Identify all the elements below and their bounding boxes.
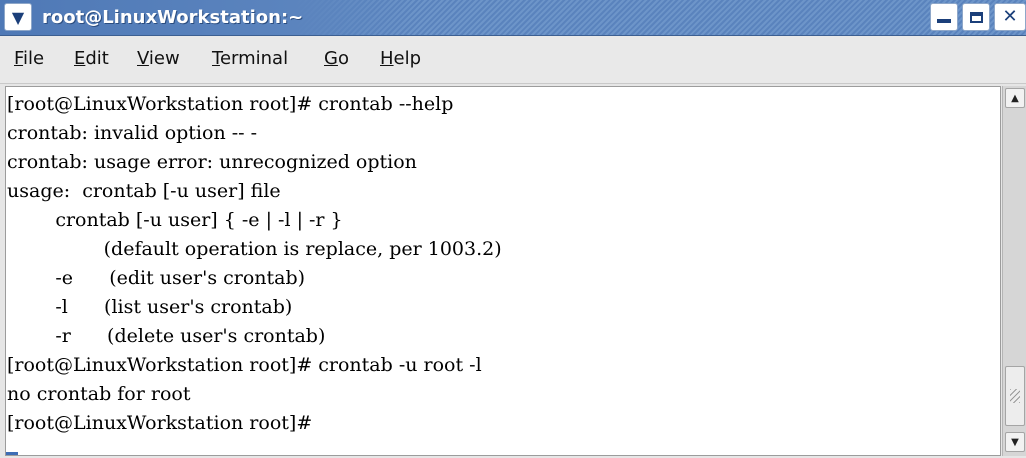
terminal-window: ▼ root@LinuxWorkstation:~ ✕ File Edit Vi… [0, 0, 1026, 458]
menu-view[interactable]: View [137, 48, 180, 69]
menu-edit[interactable]: Edit [74, 48, 109, 69]
menu-terminal-mnemonic: T [212, 48, 220, 69]
vertical-scrollbar[interactable]: ▲ ▼ [1002, 86, 1026, 456]
maximize-icon [969, 11, 983, 23]
menu-file-label: ile [23, 48, 45, 69]
terminal-cursor [6, 452, 18, 455]
menu-file[interactable]: File [14, 48, 44, 69]
terminal-line: no crontab for root [7, 383, 191, 405]
menu-go-label: o [337, 48, 349, 69]
terminal-line: -e (edit user's crontab) [7, 267, 306, 289]
menu-edit-label: dit [85, 48, 109, 69]
menu-file-mnemonic: F [14, 48, 24, 69]
menu-view-label: iew [148, 48, 180, 69]
terminal-line: [root@LinuxWorkstation root]# crontab --… [7, 93, 454, 115]
window-title: root@LinuxWorkstation:~ [42, 7, 304, 28]
menu-help-mnemonic: H [380, 48, 394, 69]
menu-go-mnemonic: G [324, 48, 338, 69]
close-icon: ✕ [1002, 6, 1018, 27]
terminal-line: [root@LinuxWorkstation root]# crontab -u… [7, 354, 482, 376]
maximize-button[interactable] [962, 3, 990, 31]
menu-edit-mnemonic: E [74, 48, 86, 69]
window-menu-button[interactable]: ▼ [4, 3, 32, 31]
chevron-down-icon: ▼ [11, 7, 25, 27]
scrollbar-thumb[interactable] [1005, 366, 1025, 426]
minimize-icon [937, 19, 951, 23]
minimize-button[interactable] [930, 3, 958, 31]
terminal-line: crontab: invalid option -- - [7, 122, 258, 144]
terminal-line: -l (list user's crontab) [7, 296, 293, 318]
scroll-up-arrow-icon: ▲ [1011, 92, 1019, 104]
menu-terminal-label: erminal [219, 48, 289, 69]
scroll-down-arrow-icon: ▼ [1011, 436, 1019, 448]
terminal-line: -r (delete user's crontab) [7, 325, 326, 347]
menu-bar: File Edit View Terminal Go Help [0, 36, 1026, 84]
scroll-down-button[interactable]: ▼ [1005, 432, 1025, 452]
terminal-line: crontab [-u user] { -e | -l | -r } [7, 209, 343, 231]
menu-help-label: elp [393, 48, 422, 69]
terminal-line: crontab: usage error: unrecognized optio… [7, 151, 417, 173]
terminal-line: usage: crontab [-u user] file [7, 180, 281, 202]
menu-view-mnemonic: V [137, 48, 149, 69]
grip-icon [1010, 389, 1020, 403]
terminal-output[interactable]: [root@LinuxWorkstation root]# crontab --… [5, 86, 1001, 456]
scroll-up-button[interactable]: ▲ [1005, 88, 1025, 108]
title-bar[interactable]: ▼ root@LinuxWorkstation:~ ✕ [0, 0, 1026, 36]
menu-terminal[interactable]: Terminal [212, 48, 288, 69]
close-button[interactable]: ✕ [994, 3, 1026, 31]
menu-help[interactable]: Help [380, 48, 421, 69]
terminal-line: [root@LinuxWorkstation root]# [7, 412, 313, 434]
terminal-line: (default operation is replace, per 1003.… [7, 238, 502, 260]
menu-go[interactable]: Go [324, 48, 349, 69]
